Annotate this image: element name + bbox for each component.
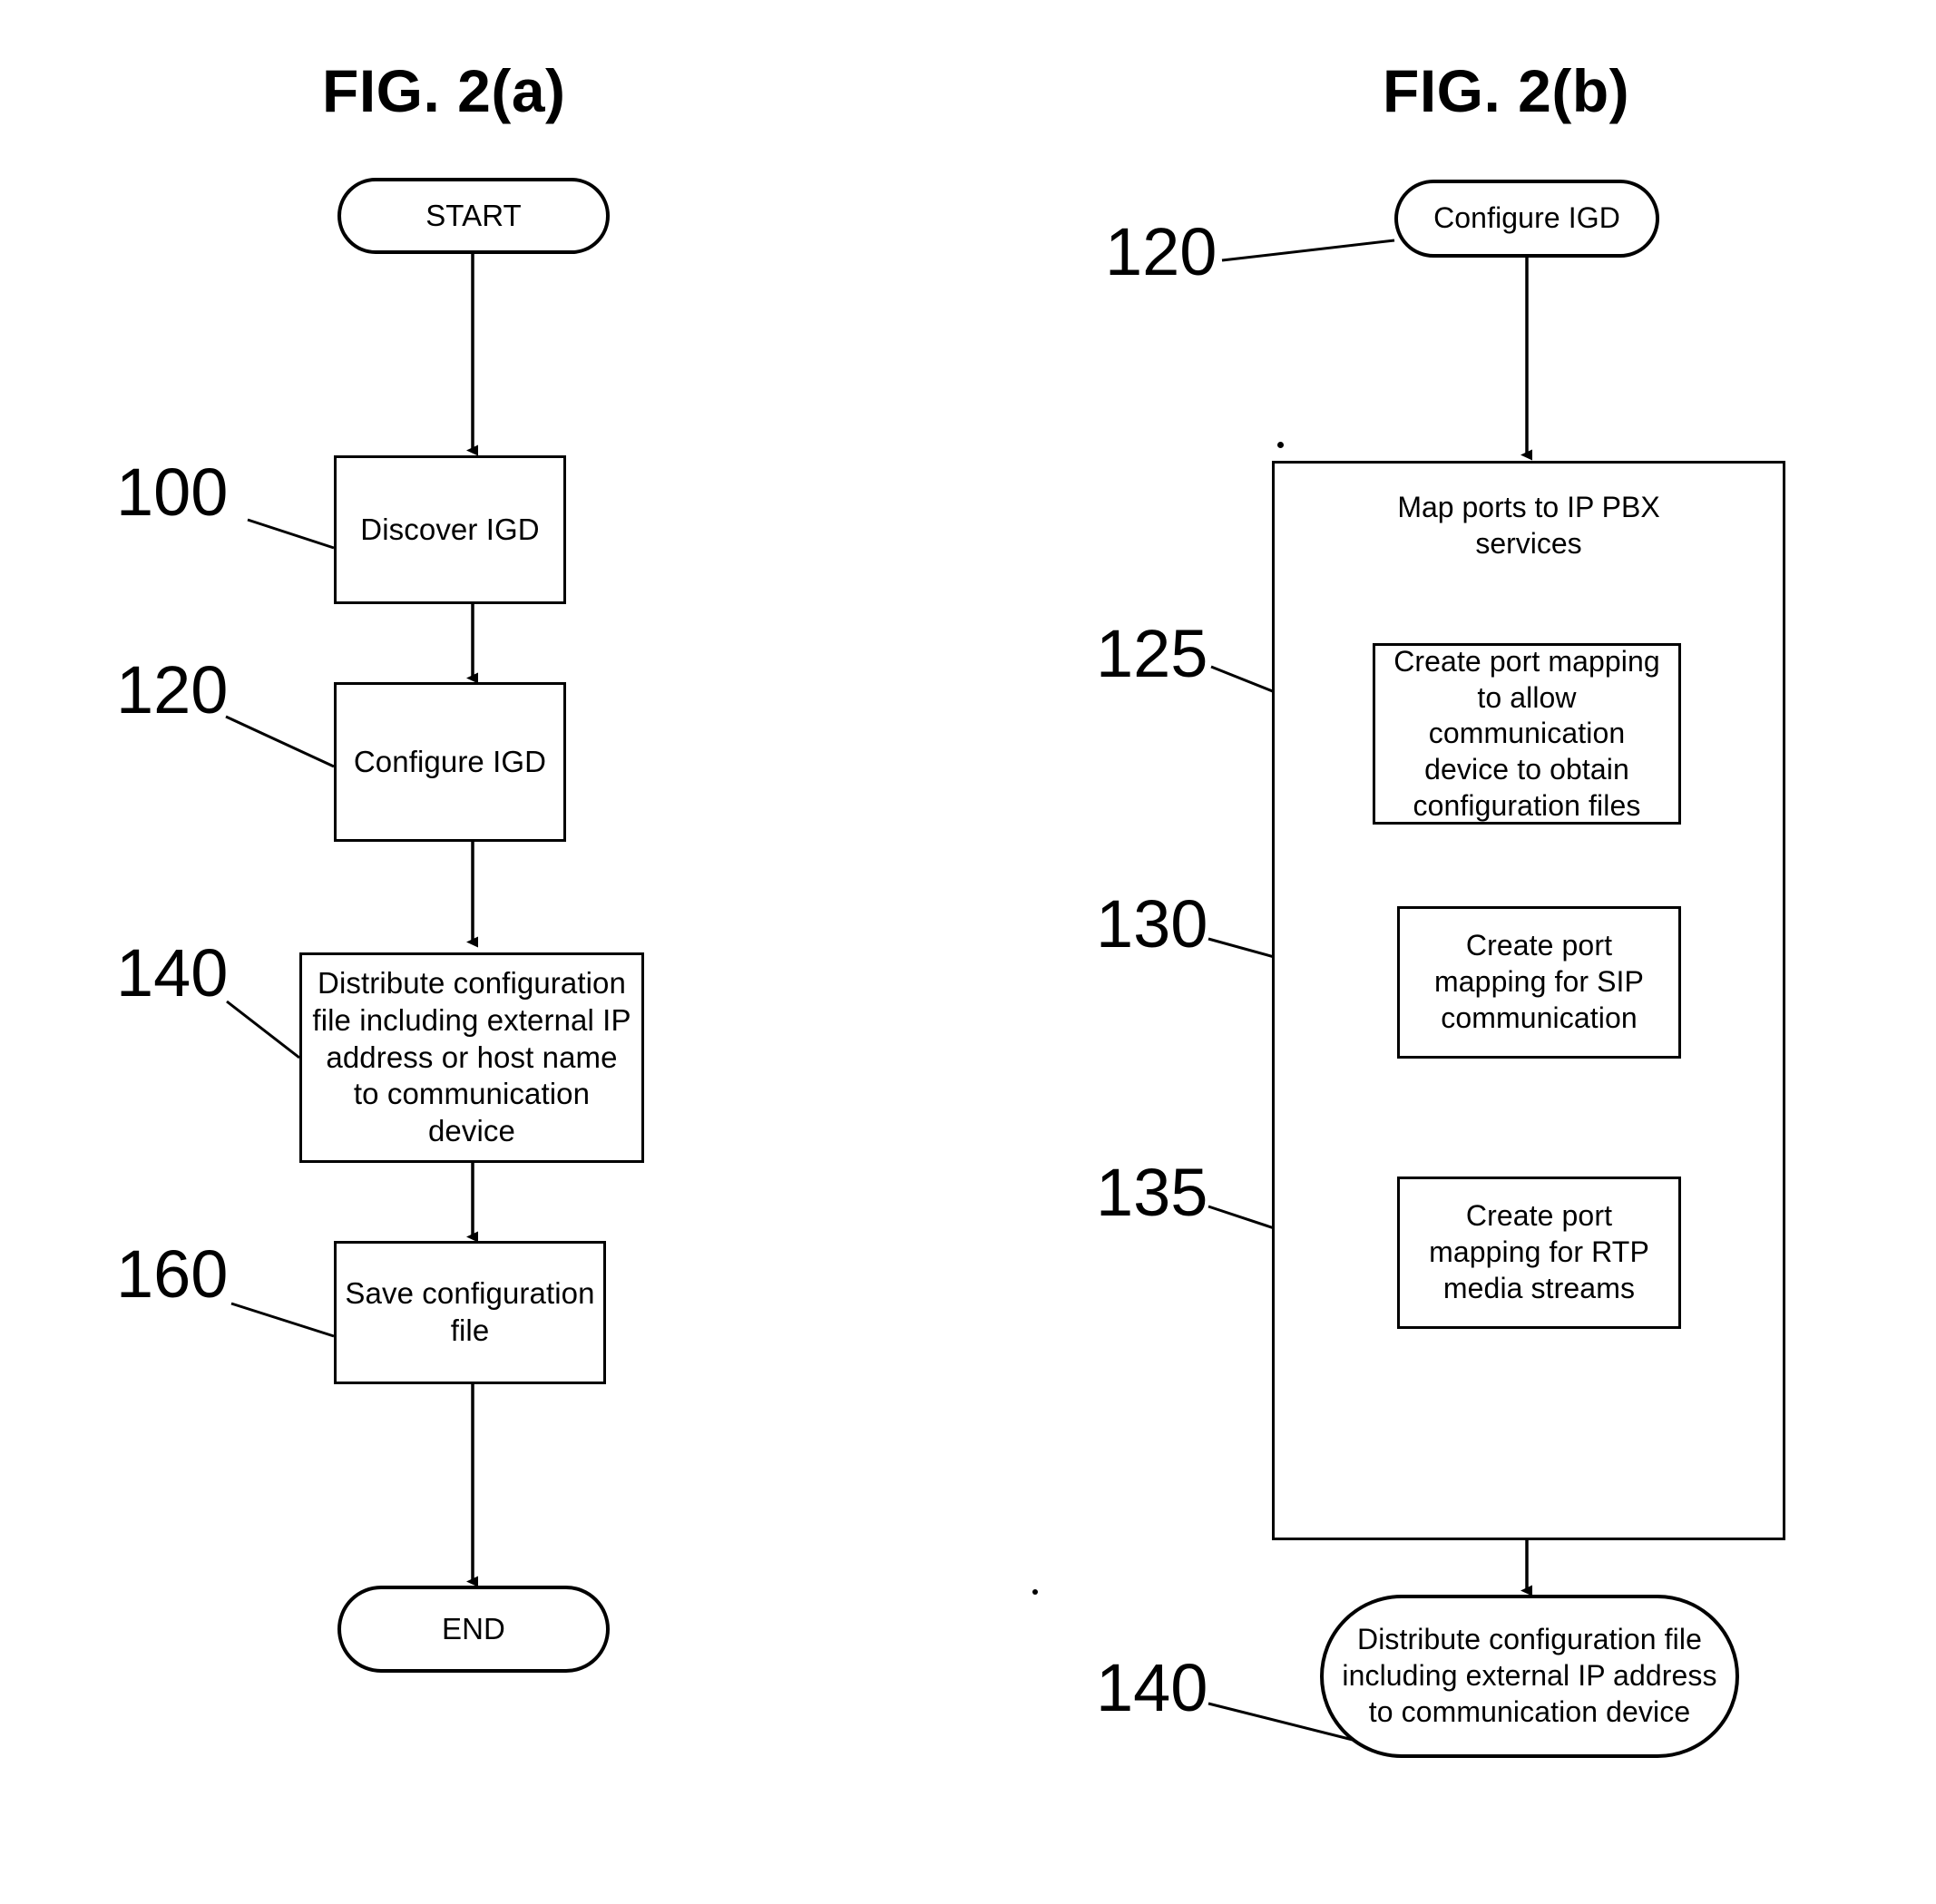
node-configure-igd-label: Configure IGD [353,744,547,778]
node-create-port-mapping-rtp: Create port mapping for RTP media stream… [1397,1177,1681,1329]
ref-number-b130: 130 [1096,886,1208,962]
node-discover-igd: Discover IGD [334,455,566,604]
fig-2a-title: FIG. 2(a) [322,57,566,124]
node-b-distribute-config-file-label: Distribute configuration file including … [1342,1623,1717,1728]
node-distribute-config-file-label: Distribute configuration file including … [312,965,631,1148]
ref-number-100: 100 [116,454,229,530]
node-b-distribute-config-file: Distribute configuration file including … [1320,1595,1739,1758]
node-create-port-mapping-config-label: Create port mapping to allow communicati… [1393,644,1660,822]
node-create-port-mapping-sip-label: Create port mapping for SIP communicatio… [1434,929,1644,1034]
ref-number-b125: 125 [1096,616,1208,691]
node-b-configure-igd: Configure IGD [1394,180,1659,258]
node-end-label: END [442,1611,505,1645]
scan-speck-lower-left [1032,1589,1038,1595]
node-start-label: START [425,198,522,232]
scan-speck [1277,442,1284,448]
node-end: END [337,1586,610,1673]
ref-number-b120: 120 [1105,214,1217,289]
node-b-configure-igd-label: Configure IGD [1433,201,1620,235]
node-start: START [337,178,610,254]
node-create-port-mapping-config: Create port mapping to allow communicati… [1373,643,1681,825]
node-configure-igd: Configure IGD [334,682,566,842]
map-ports-container-title: Map ports to IP PBX services [1397,491,1660,560]
ref-number-b135: 135 [1096,1155,1208,1230]
ref-number-160: 160 [116,1236,229,1312]
node-distribute-config-file: Distribute configuration file including … [299,952,644,1163]
ref-number-140: 140 [116,935,229,1011]
node-save-config-file-label: Save configuration file [345,1276,595,1347]
leader-140 [226,1000,300,1059]
node-create-port-mapping-sip: Create port mapping for SIP communicatio… [1397,906,1681,1059]
leader-160 [230,1302,335,1338]
ref-number-b140: 140 [1096,1650,1208,1725]
node-create-port-mapping-rtp-label: Create port mapping for RTP media stream… [1429,1199,1649,1304]
leader-100 [247,518,335,550]
node-discover-igd-label: Discover IGD [360,512,540,546]
ref-number-120: 120 [116,652,229,727]
leader-120 [225,715,335,768]
node-save-config-file: Save configuration file [334,1241,606,1384]
leader-b120 [1221,239,1395,262]
fig-2b-title: FIG. 2(b) [1383,57,1630,124]
patent-figure-sheet: FIG. 2(a) START Discover IGD Configure I… [0,0,1936,1904]
